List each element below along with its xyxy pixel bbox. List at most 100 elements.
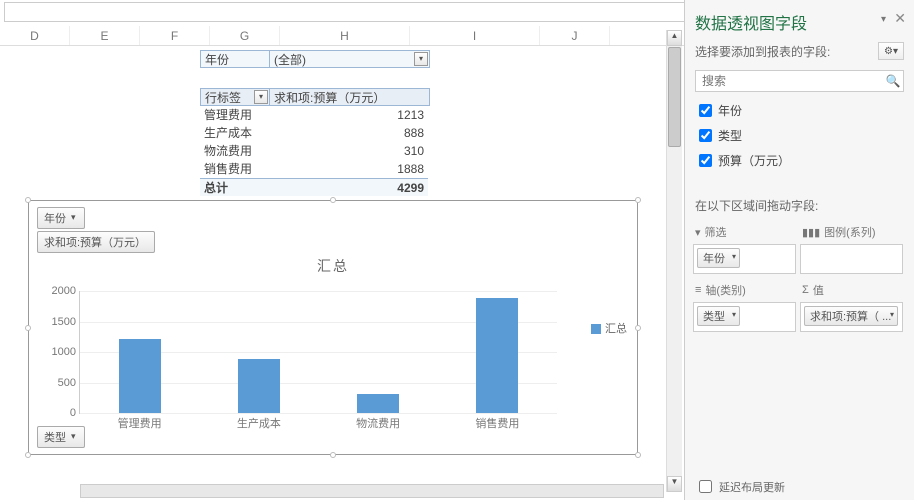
col-header[interactable]: F [140,26,210,45]
col-header[interactable]: E [70,26,140,45]
field-checkbox[interactable] [699,154,712,167]
pivot-total-label[interactable]: 总计 [200,178,270,196]
field-checkbox[interactable] [699,129,712,142]
x-axis-category: 物流费用 [319,415,438,431]
pivot-row-value[interactable]: 1213 [270,106,428,124]
page-field-label[interactable]: 年份 [200,50,270,68]
resize-handle[interactable] [330,452,336,458]
pivot-chart[interactable]: 年份 ▾ 求和项:预算（万元） 类型 ▾ 汇总 0500100015002000… [28,200,638,455]
field-item-type[interactable]: 类型 [695,123,904,148]
area-axis-box[interactable]: 类型▾ [693,302,796,332]
pivot-total-value[interactable]: 4299 [270,178,428,196]
field-label: 年份 [718,102,742,119]
defer-label: 延迟布局更新 [719,479,785,495]
pivot-row-value[interactable]: 1888 [270,160,428,178]
scrollbar-thumb[interactable] [668,47,681,147]
col-header[interactable]: I [410,26,540,45]
chart-axis-type-label: 类型 [44,432,66,444]
scrollbar-track[interactable] [668,47,681,475]
pivot-row-value[interactable]: 310 [270,142,428,160]
area-legend-box[interactable] [800,244,903,274]
areas-title: 在以下区域间拖动字段: [695,197,904,214]
field-item-year[interactable]: 年份 [695,98,904,123]
col-header[interactable]: G [210,26,280,45]
bar[interactable] [119,339,161,413]
field-checkbox[interactable] [699,104,712,117]
resize-handle[interactable] [635,325,641,331]
horizontal-scrollbar[interactable] [80,484,664,498]
resize-handle[interactable] [25,452,31,458]
bar[interactable] [357,394,399,413]
resize-handle[interactable] [635,452,641,458]
sigma-icon: Σ [802,284,809,296]
gear-icon[interactable]: ⚙▾ [878,42,904,60]
search-input[interactable] [696,74,883,88]
legend-swatch [591,324,601,334]
value-header[interactable]: 求和项:预算（万元） [270,88,430,106]
pivot-row-label[interactable]: 物流费用 [200,142,270,160]
chart-title[interactable]: 汇总 [29,256,637,276]
pivot-row-label[interactable]: 生产成本 [200,124,270,142]
close-icon[interactable]: ✕ [894,10,906,27]
resize-handle[interactable] [635,197,641,203]
formula-bar[interactable] [4,2,694,22]
vertical-scrollbar[interactable]: ▲ ▼ [666,30,682,492]
y-axis-tick: 0 [46,407,76,419]
chevron-down-icon: ▾ [732,252,736,261]
chevron-down-icon: ▾ [71,212,80,221]
area-values-box[interactable]: 求和项:预算（ ...▾ [800,302,903,332]
filter-pill-year[interactable]: 年份 ▾ [697,248,740,268]
legend-icon: ▮▮▮ [802,226,820,239]
values-pill-budget[interactable]: 求和项:预算（ ...▾ [804,306,898,326]
area-values-label: 值 [813,282,824,298]
col-header[interactable]: H [280,26,410,45]
pill-label: 类型 [703,311,725,323]
resize-handle[interactable] [25,197,31,203]
field-label: 类型 [718,127,742,144]
y-axis-tick: 500 [46,377,76,389]
col-header[interactable]: J [540,26,610,45]
pivot-row-label[interactable]: 管理费用 [200,106,270,124]
defer-layout-checkbox[interactable]: 延迟布局更新 [695,477,785,496]
chart-plot-area[interactable]: 0500100015002000管理费用生产成本物流费用销售费用 [79,291,557,414]
x-axis-category: 生产成本 [199,415,318,431]
bar[interactable] [476,298,518,413]
pivot-table[interactable]: 年份 (全部) ▾ 行标签 ▾ 求和项:预算（万元） 管理费用1213 生产成本… [200,50,430,196]
chart-filter-year-button[interactable]: 年份 ▾ [37,207,85,229]
panel-menu-icon[interactable]: ▾ [881,14,886,25]
area-legend-label: 图例(系列) [824,224,875,240]
field-list: 年份 类型 预算（万元） [695,98,904,173]
pivot-row-label[interactable]: 销售费用 [200,160,270,178]
area-axis-label: 轴(类别) [705,282,745,298]
y-axis-tick: 1500 [46,316,76,328]
chevron-down-icon[interactable]: ▾ [414,52,428,66]
area-filter-box[interactable]: 年份 ▾ [693,244,796,274]
search-icon[interactable]: 🔍 [883,74,903,88]
pill-label: 年份 [703,253,725,265]
field-label: 预算（万元） [718,152,790,169]
chart-axis-type-button[interactable]: 类型 ▾ [37,426,85,448]
page-field-value[interactable]: (全部) ▾ [270,50,430,68]
resize-handle[interactable] [330,197,336,203]
col-header[interactable]: D [0,26,70,45]
row-labels-header[interactable]: 行标签 ▾ [200,88,270,106]
pivot-row-value[interactable]: 888 [270,124,428,142]
chevron-down-icon[interactable]: ▾ [254,90,268,104]
axis-pill-type[interactable]: 类型▾ [697,306,740,326]
resize-handle[interactable] [25,325,31,331]
bar[interactable] [238,359,280,413]
chart-value-field-button[interactable]: 求和项:预算（万元） [37,231,155,253]
panel-title: 数据透视图字段 [695,16,807,33]
search-box[interactable]: 🔍 [695,70,904,92]
area-filter-label: 筛选 [705,224,727,240]
bar-slot: 物流费用 [319,291,438,413]
scroll-down-button[interactable]: ▼ [667,476,682,492]
scroll-up-button[interactable]: ▲ [667,30,682,46]
field-item-budget[interactable]: 预算（万元） [695,148,904,173]
bar-slot: 销售费用 [438,291,557,413]
panel-subtitle: 选择要添加到报表的字段: [695,43,830,60]
chart-legend[interactable]: 汇总 [591,320,627,336]
defer-checkbox[interactable] [699,480,712,493]
pill-label: 求和项:预算（ ... [810,311,891,323]
pivot-chart-fields-panel: 数据透视图字段 ▾ ✕ 选择要添加到报表的字段: ⚙▾ 🔍 年份 类型 预算（万… [684,0,914,500]
